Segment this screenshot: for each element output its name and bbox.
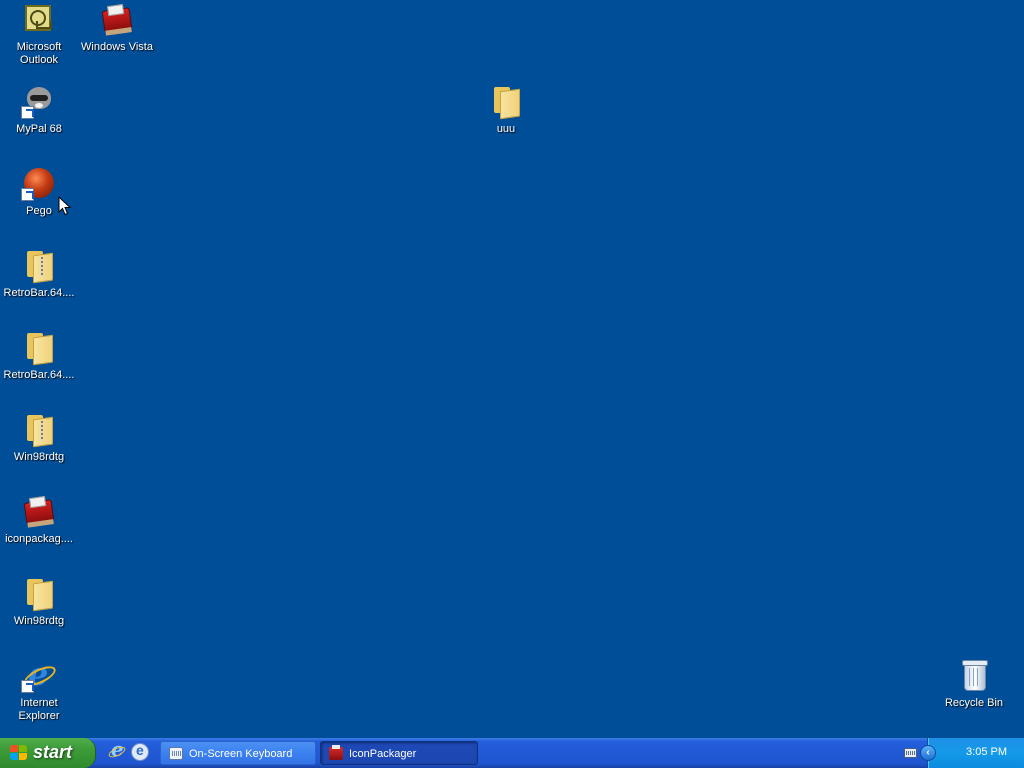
shortcut-arrow-icon [21, 188, 34, 201]
desktop-icon-retrobar-folder[interactable]: RetroBar.64.... [1, 331, 77, 382]
show-hidden-icons-chevron-icon[interactable]: ‹ [920, 745, 936, 761]
desktop-icon-label: RetroBar.64.... [3, 369, 75, 381]
task-label: IconPackager [349, 748, 417, 760]
desktop-icon-retrobar-zip[interactable]: RetroBar.64.... [1, 249, 77, 300]
internet-explorer-icon[interactable] [108, 737, 126, 761]
desktop-icon-label: Microsoft Outlook [16, 41, 62, 66]
shortcut-arrow-icon [21, 680, 34, 693]
desktop-icon-label: Internet Explorer [18, 697, 60, 722]
task-label: On-Screen Keyboard [189, 748, 293, 760]
windows-flag-icon [10, 745, 28, 761]
clock[interactable]: 3:05 PM [966, 746, 1007, 758]
shortcut-arrow-icon [21, 106, 34, 119]
outlook-icon [23, 3, 55, 35]
system-tray: ‹ 3:05 PM [904, 738, 1024, 768]
desktop-icon-label: Windows Vista [81, 41, 153, 53]
outlook-express-icon[interactable] [131, 742, 149, 761]
start-button[interactable]: start [0, 738, 96, 768]
desktop-icon-label: RetroBar.64.... [3, 287, 75, 299]
keyboard-icon[interactable] [904, 748, 917, 758]
desktop-icon-recycle-bin[interactable]: Recycle Bin [936, 659, 1012, 710]
folder-icon [23, 331, 55, 366]
desktop-icon-label: Recycle Bin [944, 697, 1004, 709]
iconpackager-box-icon [101, 3, 133, 35]
zip-folder-icon [23, 249, 55, 284]
recycle-bin-icon [958, 659, 990, 691]
taskbar-button-on-screen-keyboard[interactable]: On-Screen Keyboard [160, 741, 316, 765]
desktop: Microsoft Outlook Windows Vista MyPal 68… [0, 0, 1024, 738]
desktop-icon-win98rdtg-zip[interactable]: Win98rdtg [1, 413, 77, 464]
zip-folder-icon [23, 413, 55, 448]
taskbar-button-iconpackager[interactable]: IconPackager [320, 741, 478, 765]
desktop-icon-uuu[interactable]: uuu [468, 85, 544, 136]
desktop-icon-label: Win98rdtg [13, 615, 65, 627]
keyboard-icon [169, 747, 183, 760]
desktop-icon-win98rdtg-folder[interactable]: Win98rdtg [1, 577, 77, 628]
taskbar: start On-Screen Keyboard IconPackager ‹ … [0, 737, 1024, 768]
desktop-icon-iconpackager[interactable]: iconpackag.... [1, 495, 77, 546]
folder-icon [23, 577, 55, 612]
desktop-icon-label: iconpackag.... [5, 533, 73, 545]
iconpackager-box-icon [23, 495, 55, 527]
desktop-icon-label: Win98rdtg [13, 451, 65, 463]
desktop-icon-windows-vista[interactable]: Windows Vista [79, 3, 155, 54]
desktop-icon-microsoft-outlook[interactable]: Microsoft Outlook [1, 3, 77, 67]
desktop-icon-label: MyPal 68 [16, 123, 62, 135]
internet-explorer-icon [21, 655, 55, 693]
pego-ball-icon [21, 167, 55, 201]
desktop-icon-mypal[interactable]: MyPal 68 [1, 85, 77, 136]
folder-icon [490, 85, 522, 120]
desktop-icon-internet-explorer[interactable]: Internet Explorer [1, 655, 77, 723]
desktop-icon-label: uuu [496, 123, 516, 135]
mypal-raccoon-icon [21, 85, 55, 119]
start-label: start [33, 742, 73, 762]
iconpackager-box-icon [329, 745, 343, 760]
